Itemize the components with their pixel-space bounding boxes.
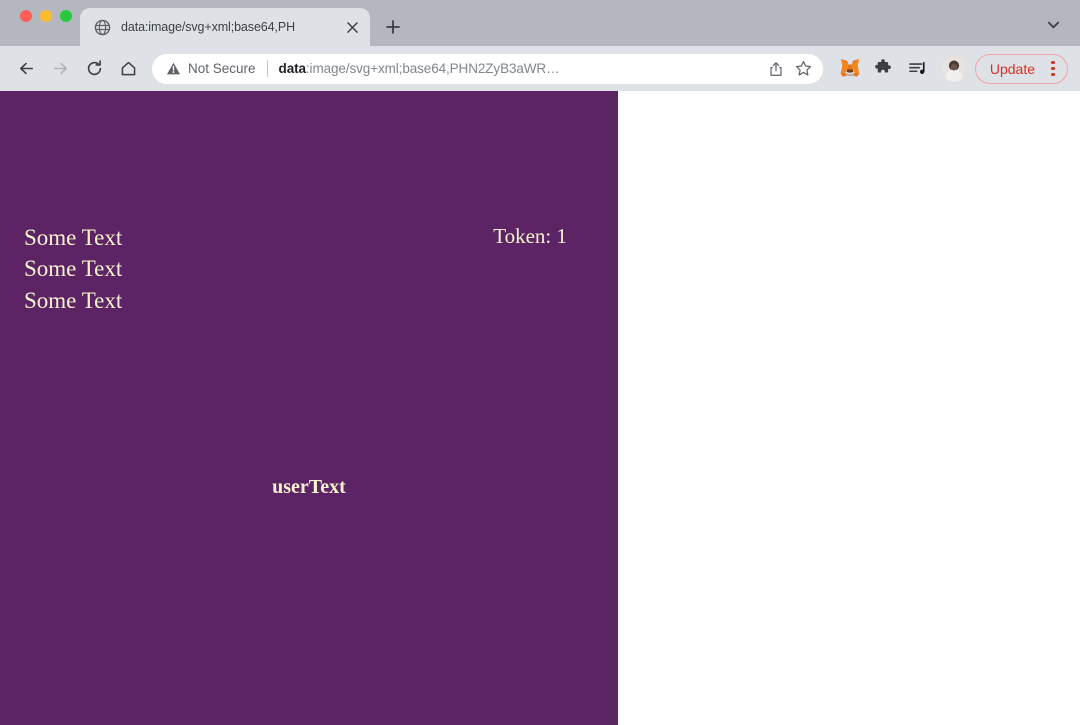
reload-button[interactable]: [78, 53, 110, 85]
reload-icon: [87, 60, 101, 76]
close-icon[interactable]: [342, 17, 362, 37]
home-button[interactable]: [112, 53, 144, 85]
avatar[interactable]: [940, 55, 967, 82]
puzzle-piece-icon[interactable]: [869, 54, 899, 84]
media-playlist-icon[interactable]: [903, 54, 933, 84]
url-text: data:image/svg+xml;base64,PHN2ZyB3aWR…: [279, 61, 761, 76]
metamask-fox-icon[interactable]: [835, 54, 865, 84]
plus-icon: [386, 20, 400, 34]
browser-window: data:image/svg+xml;base64,PH Not Secure …: [0, 0, 1080, 725]
url-scheme: data: [278, 61, 306, 76]
tab-title: data:image/svg+xml;base64,PH: [121, 20, 296, 34]
update-button[interactable]: Update: [974, 53, 1068, 84]
arrow-right-icon: [53, 62, 67, 75]
warning-triangle-icon: [166, 62, 181, 75]
window-minimize-button[interactable]: [40, 9, 52, 22]
forward-button[interactable]: [44, 53, 76, 85]
new-tab-button[interactable]: [378, 12, 408, 42]
page-viewport: Some Text Some Text Some Text Token: 1 u…: [0, 91, 1080, 725]
chevron-down-icon: [1047, 21, 1059, 28]
not-secure-label: Not Secure: [188, 61, 256, 76]
kebab-menu-icon[interactable]: [1043, 58, 1063, 80]
globe-icon: [94, 19, 111, 36]
omnibox-divider: [266, 60, 268, 77]
browser-tab-active[interactable]: data:image/svg+xml;base64,PH: [80, 8, 370, 46]
user-text-label: userText: [272, 476, 346, 498]
tab-search-button[interactable]: [1040, 11, 1066, 37]
update-label: Update: [989, 60, 1035, 77]
arrow-left-icon: [19, 62, 33, 75]
browser-toolbar: Not Secure data:image/svg+xml;base64,PHN…: [0, 46, 1080, 91]
back-button[interactable]: [10, 53, 42, 85]
address-bar[interactable]: Not Secure data:image/svg+xml;base64,PHN…: [152, 53, 823, 84]
window-traffic-lights: [0, 0, 72, 46]
share-icon[interactable]: [763, 56, 789, 82]
window-zoom-button[interactable]: [60, 9, 72, 22]
site-security-indicator[interactable]: Not Secure: [166, 61, 267, 76]
url-rest: :image/svg+xml;base64,PHN2ZyB3aWR…: [305, 61, 560, 76]
star-icon[interactable]: [791, 56, 817, 82]
svg-canvas: Some Text Some Text Some Text Token: 1 u…: [0, 91, 618, 725]
window-close-button[interactable]: [20, 9, 32, 22]
token-label: Token: 1: [493, 224, 567, 248]
home-icon: [121, 61, 135, 76]
tab-strip: data:image/svg+xml;base64,PH: [0, 0, 1080, 46]
